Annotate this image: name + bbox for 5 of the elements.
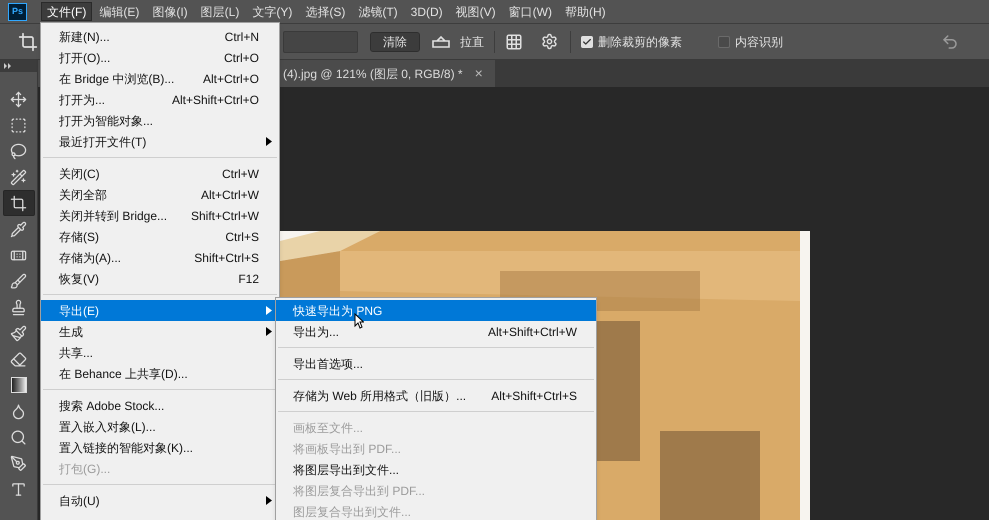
app-logo: Ps xyxy=(8,2,27,20)
document-title: (4).jpg @ 121% (图层 0, RGB/8) * xyxy=(283,66,463,82)
straighten-label: 拉直 xyxy=(460,34,484,50)
checkbox-label: 删除裁剪的像素 xyxy=(598,34,682,50)
checkbox-label: 内容识别 xyxy=(735,34,783,50)
